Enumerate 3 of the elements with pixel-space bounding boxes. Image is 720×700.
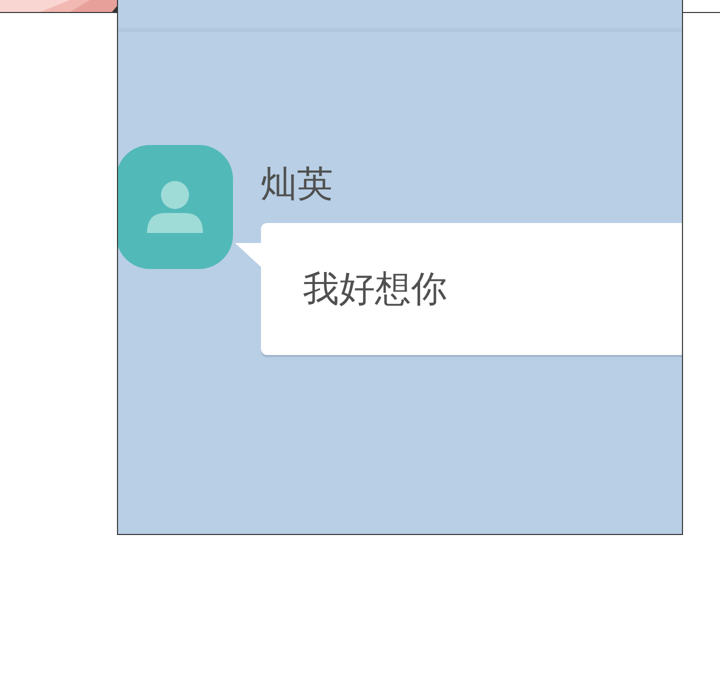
avatar-icon (118, 145, 233, 269)
message-text: 我好想你 (303, 268, 447, 312)
contact-name: 灿英 (261, 163, 333, 207)
